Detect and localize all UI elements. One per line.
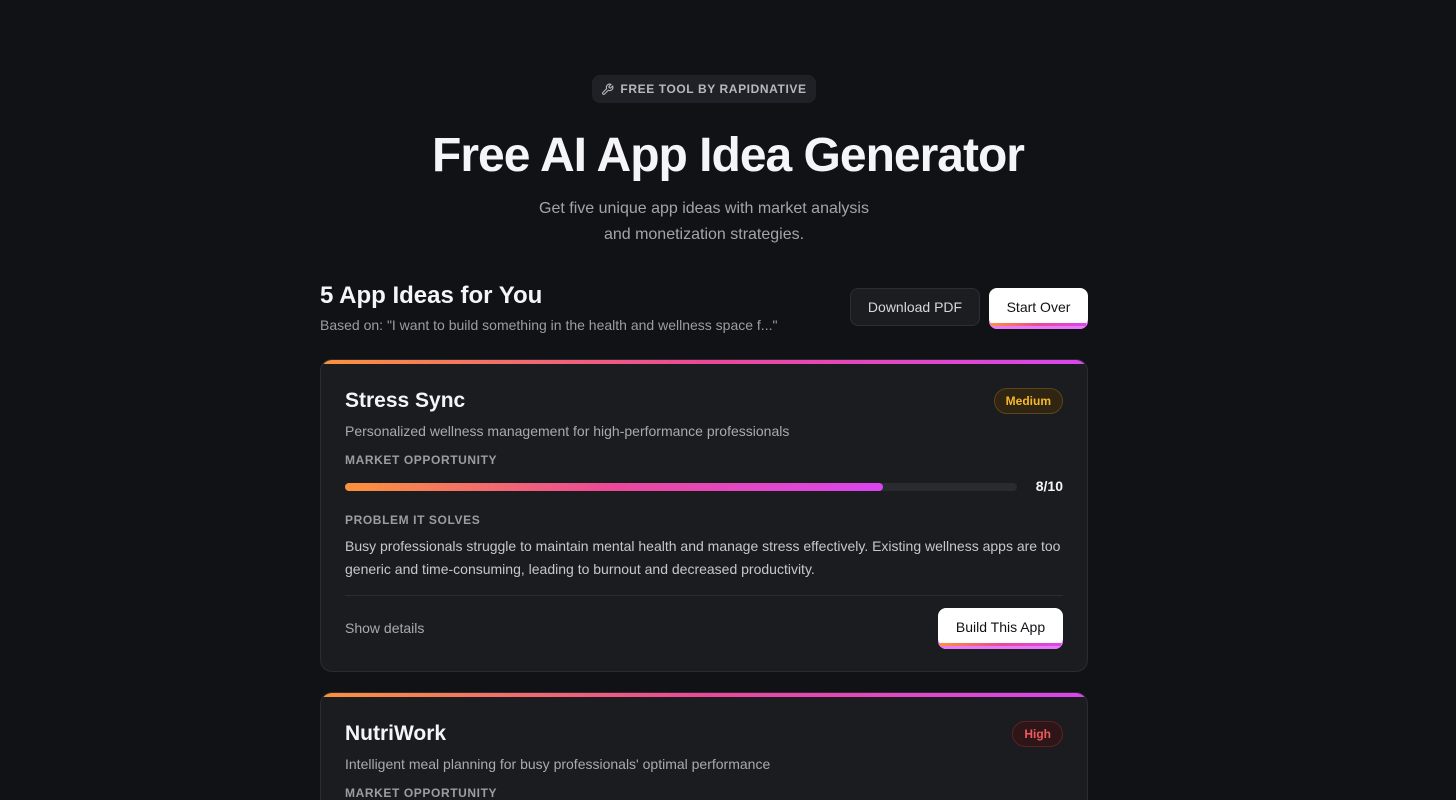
competition-badge: High (1012, 721, 1063, 747)
idea-title: NutriWork (345, 722, 447, 745)
results-header: 5 App Ideas for You Based on: "I want to… (320, 280, 1088, 340)
page-subtitle: Get five unique app ideas with market an… (539, 200, 869, 243)
tool-badge-label: FREE TOOL BY RAPIDNATIVE (620, 82, 807, 96)
page: FREE TOOL BY RAPIDNATIVE Free AI App Ide… (0, 0, 1456, 800)
market-opportunity-bar (345, 483, 1017, 491)
idea-card: NutriWork High Intelligent meal planning… (320, 692, 1088, 800)
market-opportunity-label: MARKET OPPORTUNITY (345, 786, 498, 800)
idea-title: Stress Sync (345, 389, 466, 412)
market-opportunity-label: MARKET OPPORTUNITY (345, 453, 498, 467)
page-title: Free AI App Idea Generator (432, 129, 1025, 182)
tool-badge: FREE TOOL BY RAPIDNATIVE (592, 75, 816, 103)
show-details-link[interactable]: Show details (345, 620, 424, 636)
market-opportunity-score: 8/10 (1035, 478, 1063, 494)
download-pdf-button[interactable]: Download PDF (850, 288, 980, 326)
start-over-button[interactable]: Start Over (989, 288, 1088, 326)
results-title: 5 App Ideas for You (320, 282, 543, 309)
problem-label: PROBLEM IT SOLVES (345, 513, 481, 527)
idea-card: Stress Sync Medium Personalized wellness… (320, 359, 1088, 672)
idea-tagline: Intelligent meal planning for busy profe… (345, 756, 771, 772)
problem-text: Busy professionals struggle to maintain … (345, 538, 1061, 577)
competition-badge: Medium (993, 388, 1063, 414)
card-divider (345, 595, 1063, 596)
market-opportunity-fill (345, 483, 883, 491)
build-this-app-button[interactable]: Build This App (938, 608, 1063, 646)
wrench-icon (602, 83, 614, 95)
results-prompt-summary: Based on: "I want to build something in … (320, 317, 778, 333)
idea-tagline: Personalized wellness management for hig… (345, 423, 790, 439)
